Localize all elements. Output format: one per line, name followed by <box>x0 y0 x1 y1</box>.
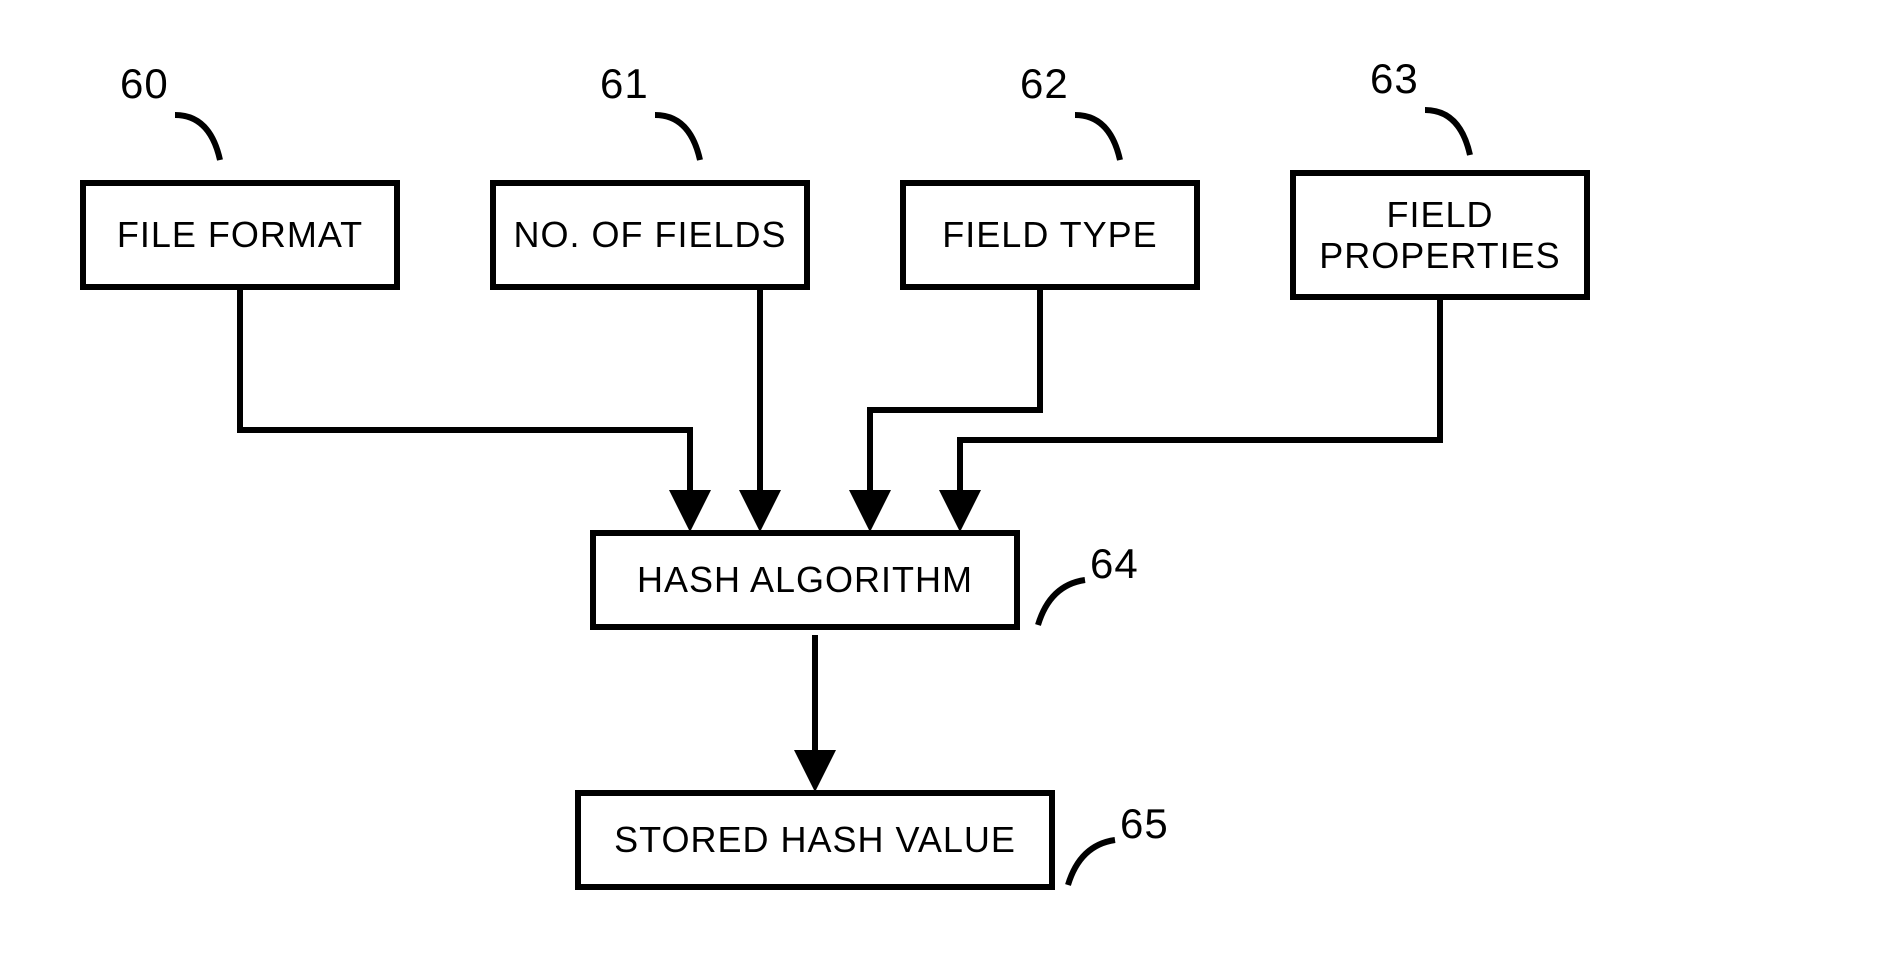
connectors <box>0 0 1878 971</box>
arrow-60-to-64 <box>240 290 690 525</box>
flowchart: FILE FORMAT NO. OF FIELDS FIELD TYPE FIE… <box>0 0 1878 971</box>
arrow-62-to-64 <box>870 290 1040 525</box>
